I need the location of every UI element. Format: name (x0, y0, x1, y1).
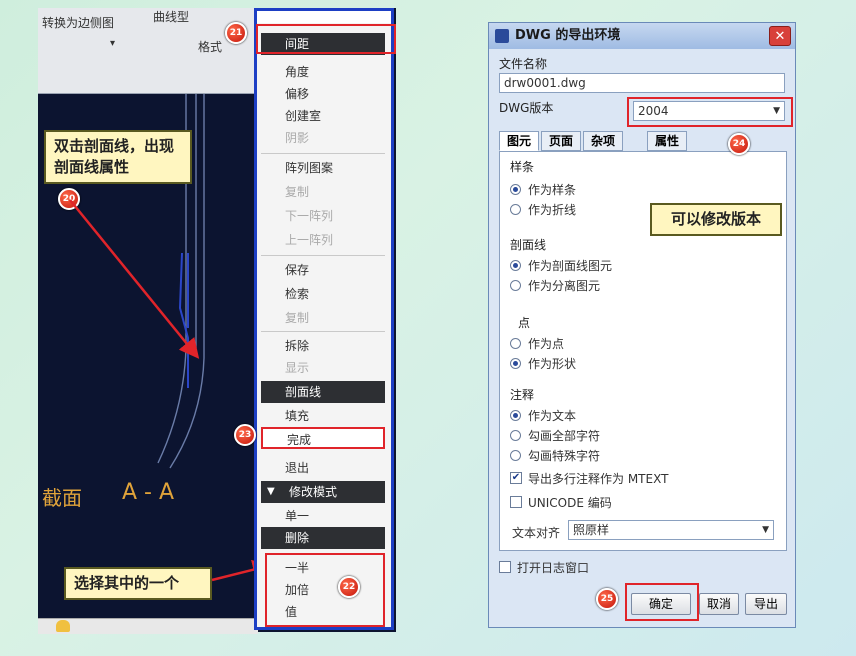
menu-item-previous[interactable]: 上一阵列 (261, 229, 385, 251)
menu-item-shade[interactable]: 阴影 (261, 127, 385, 149)
radio-as-separate[interactable] (510, 280, 521, 291)
close-button[interactable]: ✕ (769, 26, 791, 46)
radio-as-separate-label: 作为分离图元 (528, 279, 601, 293)
radio-stroke-all-label: 勾画全部字符 (528, 429, 601, 443)
tab-attributes[interactable]: 属性 (647, 131, 687, 151)
filename-input[interactable]: drw0001.dwg (499, 73, 785, 93)
tab-misc[interactable]: 杂项 (583, 131, 623, 151)
chevron-down-icon: ▼ (773, 106, 780, 116)
menu-item-copy-pattern[interactable]: 复制 (261, 181, 385, 203)
menu-header-modify-mode: ▼ 修改模式 (261, 481, 385, 503)
radio-as-point-label: 作为点 (528, 337, 565, 351)
radio-stroke-all[interactable] (510, 430, 521, 441)
radio-stroke-special[interactable] (510, 450, 521, 461)
checkbox-mtext-label: 导出多行注释作为 MTEXT (528, 472, 669, 486)
radio-as-spline-label: 作为样条 (528, 183, 577, 197)
step-badge-22: 22 (338, 576, 360, 598)
radio-stroke-special-label: 勾画特殊字符 (528, 449, 601, 463)
version-label: DWG版本 (499, 101, 554, 115)
dialog-title: DWG 的导出环境 (489, 23, 795, 49)
menu-item-remove[interactable]: 拆除 (261, 335, 385, 357)
menu-item-create[interactable]: 创建室 (261, 105, 385, 127)
radio-as-polyline[interactable] (510, 204, 521, 215)
checkbox-mtext[interactable]: ✔ (510, 472, 522, 484)
filename-label: 文件名称 (499, 57, 548, 71)
group-point-label: 点 (518, 316, 531, 330)
menu-item-angle[interactable]: 角度 (261, 61, 385, 83)
radio-as-shape-label: 作为形状 (528, 357, 577, 371)
radio-as-spline[interactable] (510, 184, 521, 195)
menu-item-display[interactable]: 显示 (261, 357, 385, 379)
menu-option-half[interactable]: 一半 (261, 557, 385, 579)
radio-as-polyline-label: 作为折线 (528, 203, 577, 217)
text-align-label: 文本对齐 (512, 526, 561, 540)
menu-item-next[interactable]: 下一阵列 (261, 205, 385, 227)
menu-header-hatch: 剖面线 (261, 381, 385, 403)
group-hatch-label: 剖面线 (510, 238, 547, 252)
radio-as-point[interactable] (510, 338, 521, 349)
step-badge-23: 23 (234, 424, 256, 446)
checkbox-unicode-label: UNICODE 编码 (528, 496, 612, 510)
step-badge-25: 25 (596, 588, 618, 610)
tab-page[interactable]: 页面 (541, 131, 581, 151)
cancel-button[interactable]: 取消 (699, 593, 739, 615)
checkbox-open-log[interactable] (499, 561, 511, 573)
triangle-down-icon: ▼ (267, 486, 275, 497)
menu-item-offset[interactable]: 偏移 (261, 83, 385, 105)
menu-item-save[interactable]: 保存 (261, 259, 385, 281)
radio-as-hatch-label: 作为剖面线图元 (528, 259, 613, 273)
menu-item-done[interactable]: 完成 (261, 427, 385, 449)
group-note-label: 注释 (510, 388, 535, 402)
ok-button[interactable]: 确定 (631, 593, 691, 615)
menu-item-pattern[interactable]: 阵列图案 (261, 157, 385, 179)
menu-item-copy[interactable]: 复制 (261, 307, 385, 329)
chevron-down-icon: ▼ (762, 525, 769, 535)
radio-as-shape[interactable] (510, 358, 521, 369)
menu-item-delete[interactable]: 删除 (261, 527, 385, 549)
radio-as-text[interactable] (510, 410, 521, 421)
menu-item-retrieve[interactable]: 检索 (261, 283, 385, 305)
menu-item-fill[interactable]: 填充 (261, 405, 385, 427)
menu-item-quit[interactable]: 退出 (261, 457, 385, 479)
callout-change-version: 可以修改版本 (650, 203, 782, 236)
menu-item-single[interactable]: 单一 (261, 505, 385, 527)
version-select[interactable]: 2004 ▼ (633, 101, 785, 121)
dwg-export-dialog: DWG 的导出环境 ✕ 文件名称 drw0001.dwg DWG版本 2004 … (488, 22, 796, 628)
app-icon (495, 29, 509, 43)
step-badge-24: 24 (728, 133, 750, 155)
text-align-select[interactable]: 照原样 ▼ (568, 520, 774, 540)
highlight-spacing (256, 24, 396, 54)
checkbox-open-log-label: 打开日志窗口 (517, 561, 590, 575)
menu-option-value[interactable]: 值 (261, 601, 385, 623)
checkbox-unicode[interactable] (510, 496, 522, 508)
group-spline-label: 样条 (510, 160, 535, 174)
radio-as-text-label: 作为文本 (528, 409, 577, 423)
tab-entities[interactable]: 图元 (499, 131, 539, 151)
context-menu: 间距 角度 偏移 创建室 阴影 阵列图案 复制 下一阵列 上一阵列 保存 检索 … (254, 8, 394, 630)
menu-option-double[interactable]: 加倍 (261, 579, 385, 601)
radio-as-hatch[interactable] (510, 260, 521, 271)
export-button[interactable]: 导出 (745, 593, 787, 615)
step-badge-21: 21 (225, 22, 247, 44)
